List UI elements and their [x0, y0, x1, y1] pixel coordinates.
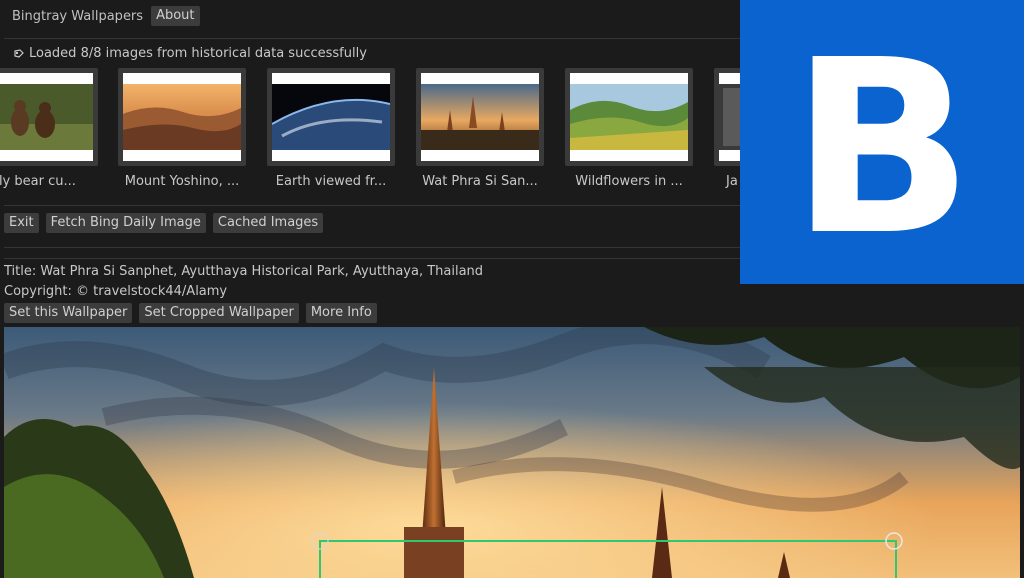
set-cropped-wallpaper-button[interactable]: Set Cropped Wallpaper: [139, 303, 299, 323]
bing-logo-letter: B: [790, 8, 974, 288]
wallpaper-copyright: Copyright: © travelstock44/Alamy: [4, 284, 228, 299]
thumbnail-frame: [118, 68, 246, 166]
thumbnail-frame: [714, 68, 740, 166]
set-wallpaper-button[interactable]: Set this Wallpaper: [4, 303, 133, 323]
thumbnail-image: [570, 84, 688, 150]
exit-button[interactable]: Exit: [4, 213, 39, 233]
fetch-bing-daily-image-button[interactable]: Fetch Bing Daily Image: [45, 213, 206, 233]
thumbnail-frame: [0, 68, 98, 166]
thumbnail-item[interactable]: Wildflowers in ...: [565, 68, 693, 198]
thumbnail-caption: Earth viewed fr...: [275, 174, 387, 189]
thumbnail-caption: Wildflowers in ...: [575, 174, 683, 189]
divider: [4, 205, 740, 206]
thumbnail-item[interactable]: zly bear cu...: [0, 68, 98, 198]
wallpaper-actions: Set this Wallpaper Set Cropped Wallpaper…: [4, 303, 377, 323]
wallpaper-title: Title: Wat Phra Si Sanphet, Ayutthaya Hi…: [4, 264, 484, 279]
thumbnail-item[interactable]: Ja: [714, 68, 740, 198]
bing-logo: B: [740, 0, 1024, 284]
loaded-tag-icon: [14, 49, 24, 58]
thumbnail-item[interactable]: Mount Yoshino, ...: [118, 68, 246, 198]
thumbnail-caption: zly bear cu...: [0, 174, 76, 189]
thumbnail-strip[interactable]: zly bear cu... Mount Yoshino, ... Earth …: [0, 68, 740, 198]
cached-images-button[interactable]: Cached Images: [212, 213, 324, 233]
thumbnail-image: [272, 84, 390, 150]
thumbnail-image: [719, 84, 740, 150]
more-info-button[interactable]: More Info: [305, 303, 377, 323]
thumbnail-frame: [565, 68, 693, 166]
status-line: Loaded 8/8 images from historical data s…: [14, 46, 367, 61]
thumbnail-caption: Ja: [726, 174, 738, 189]
thumbnail-image: [0, 84, 93, 150]
thumbnail-frame: [416, 68, 544, 166]
thumbnail-item[interactable]: Earth viewed fr...: [267, 68, 395, 198]
status-text: Loaded 8/8 images from historical data s…: [29, 46, 367, 61]
wallpaper-preview[interactable]: [4, 327, 1020, 578]
preview-image: [4, 327, 1020, 578]
app-title: Bingtray Wallpapers: [12, 8, 144, 24]
divider: [4, 258, 740, 259]
about-button[interactable]: About: [151, 6, 200, 26]
top-menu-bar: Bingtray Wallpapers About: [0, 0, 740, 32]
divider: [4, 38, 740, 39]
main-actions: Exit Fetch Bing Daily Image Cached Image…: [4, 213, 324, 233]
divider: [4, 247, 740, 248]
thumbnail-image: [123, 84, 241, 150]
thumbnail-item[interactable]: Wat Phra Si San...: [416, 68, 544, 198]
thumbnail-caption: Wat Phra Si San...: [422, 174, 538, 189]
thumbnail-frame: [267, 68, 395, 166]
thumbnail-image: [421, 84, 539, 150]
thumbnail-caption: Mount Yoshino, ...: [124, 174, 240, 189]
